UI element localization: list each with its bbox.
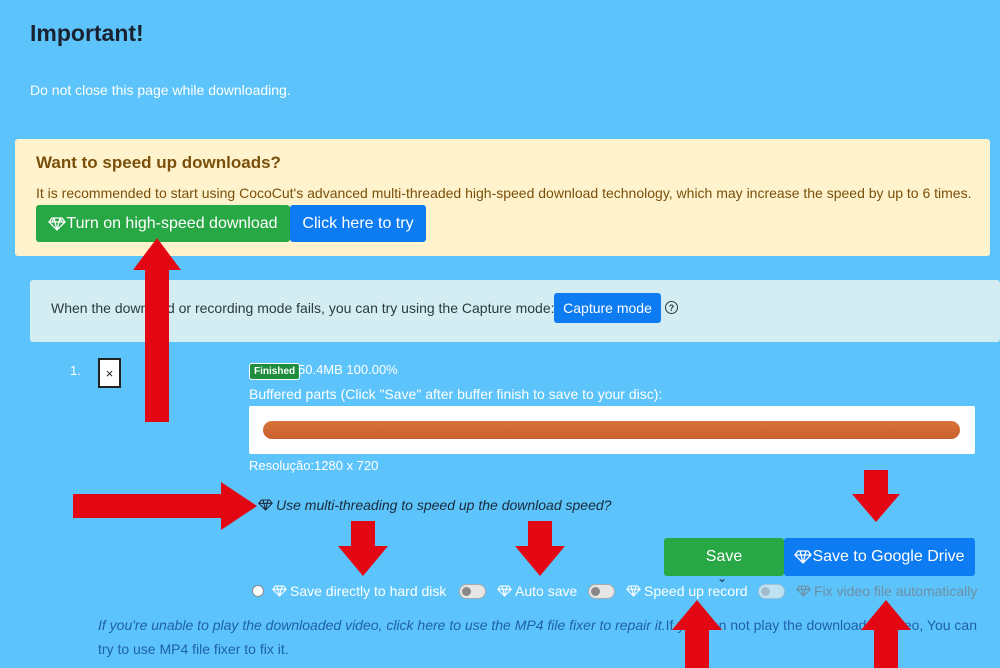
arrow-up-fix-video	[861, 600, 911, 668]
arrow-up-highspeed	[133, 238, 181, 422]
arrow-up-speed-record	[672, 600, 722, 668]
arrow-down-save-direct	[338, 521, 388, 576]
annotation-arrows	[73, 238, 911, 668]
arrow-down-drive	[852, 470, 900, 522]
arrow-right-multithread	[73, 482, 257, 530]
arrow-down-auto-save	[515, 521, 565, 576]
